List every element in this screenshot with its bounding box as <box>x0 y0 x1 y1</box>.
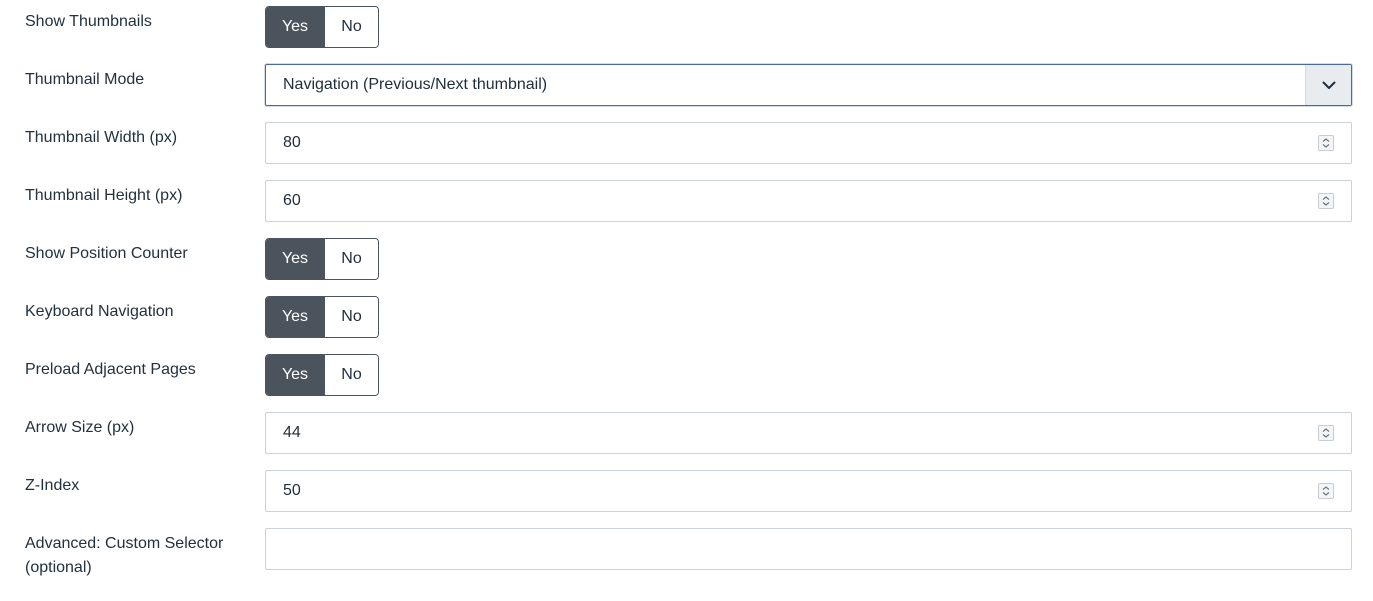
up-down-spinner-icon[interactable] <box>1318 425 1334 441</box>
up-down-spinner-icon[interactable] <box>1318 193 1334 209</box>
row-preload-adjacent-pages: Preload Adjacent Pages Yes No <box>0 348 1373 406</box>
row-thumbnail-mode: Thumbnail Mode Navigation (Previous/Next… <box>0 58 1373 116</box>
row-show-position-counter: Show Position Counter Yes No <box>0 232 1373 290</box>
row-custom-selector: Advanced: Custom Selector (optional) <box>0 522 1373 601</box>
thumbnail-mode-label: Thumbnail Mode <box>25 71 145 88</box>
custom-selector-input[interactable] <box>265 528 1352 570</box>
show-thumbnails-toggle: Yes No <box>265 6 379 48</box>
show-position-counter-yes-button[interactable]: Yes <box>266 239 325 279</box>
thumbnail-width-input[interactable]: 80 <box>265 122 1352 164</box>
preload-adjacent-pages-label: Preload Adjacent Pages <box>25 361 196 378</box>
thumbnail-height-input[interactable]: 60 <box>265 180 1352 222</box>
arrow-size-label: Arrow Size (px) <box>25 419 135 436</box>
thumbnail-width-value: 80 <box>283 134 301 151</box>
preload-adjacent-pages-no-button[interactable]: No <box>325 355 378 395</box>
chevron-down-icon[interactable] <box>1305 65 1351 105</box>
custom-selector-label-line1: Advanced: Custom Selector <box>25 535 224 552</box>
keyboard-navigation-yes-button[interactable]: Yes <box>266 297 325 337</box>
custom-selector-label-line2: (optional) <box>25 559 92 576</box>
show-position-counter-label: Show Position Counter <box>25 245 188 262</box>
preload-adjacent-pages-toggle: Yes No <box>265 354 379 396</box>
z-index-label: Z-Index <box>25 477 80 494</box>
show-position-counter-no-button[interactable]: No <box>325 239 378 279</box>
row-show-thumbnails: Show Thumbnails Yes No <box>0 0 1373 58</box>
row-z-index: Z-Index 50 <box>0 464 1373 522</box>
thumbnail-width-label: Thumbnail Width (px) <box>25 129 178 146</box>
arrow-size-value: 44 <box>283 424 301 441</box>
show-thumbnails-no-button[interactable]: No <box>325 7 378 47</box>
keyboard-navigation-no-button[interactable]: No <box>325 297 378 337</box>
custom-selector-label: Advanced: Custom Selector (optional) <box>25 532 245 580</box>
preload-adjacent-pages-yes-button[interactable]: Yes <box>266 355 325 395</box>
row-thumbnail-width: Thumbnail Width (px) 80 <box>0 116 1373 174</box>
row-arrow-size: Arrow Size (px) 44 <box>0 406 1373 464</box>
thumbnail-mode-select[interactable]: Navigation (Previous/Next thumbnail) <box>265 64 1352 106</box>
settings-form: Show Thumbnails Yes No Thumbnail Mode Na… <box>0 0 1373 601</box>
thumbnail-height-value: 60 <box>283 192 301 209</box>
keyboard-navigation-toggle: Yes No <box>265 296 379 338</box>
z-index-value: 50 <box>283 482 301 499</box>
show-thumbnails-label: Show Thumbnails <box>25 13 152 30</box>
row-thumbnail-height: Thumbnail Height (px) 60 <box>0 174 1373 232</box>
show-position-counter-toggle: Yes No <box>265 238 379 280</box>
up-down-spinner-icon[interactable] <box>1318 483 1334 499</box>
show-thumbnails-yes-button[interactable]: Yes <box>266 7 325 47</box>
keyboard-navigation-label: Keyboard Navigation <box>25 303 174 320</box>
arrow-size-input[interactable]: 44 <box>265 412 1352 454</box>
thumbnail-height-label: Thumbnail Height (px) <box>25 187 183 204</box>
thumbnail-mode-value: Navigation (Previous/Next thumbnail) <box>283 76 548 93</box>
z-index-input[interactable]: 50 <box>265 470 1352 512</box>
up-down-spinner-icon[interactable] <box>1318 135 1334 151</box>
row-keyboard-navigation: Keyboard Navigation Yes No <box>0 290 1373 348</box>
